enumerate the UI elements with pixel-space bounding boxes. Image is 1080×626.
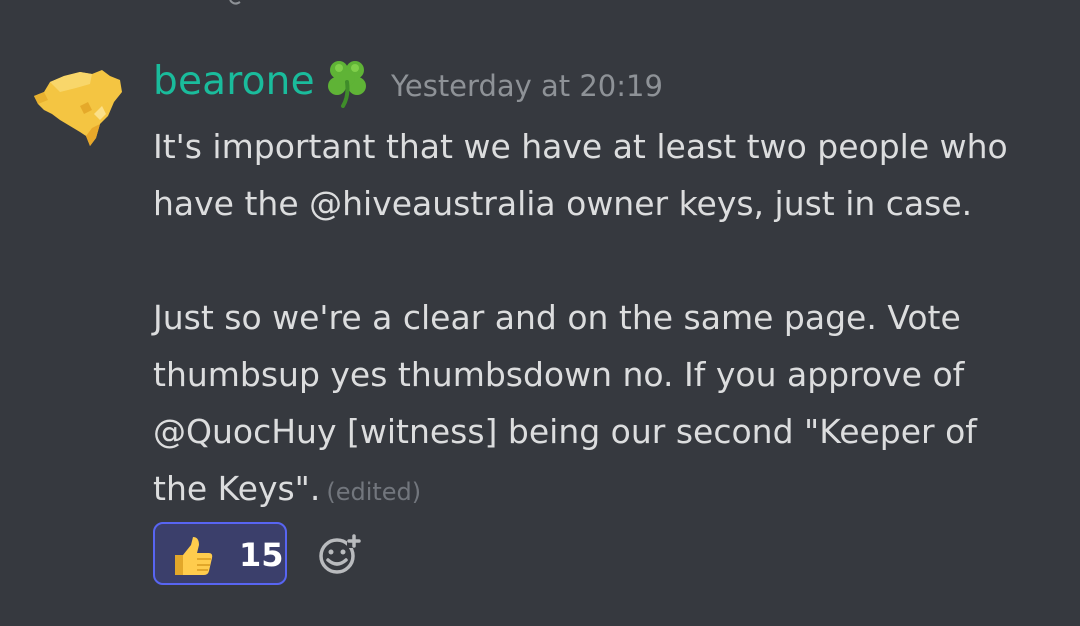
message-line: the Keys".	[153, 469, 321, 508]
previous-message-fragment	[229, 0, 241, 5]
message-timestamp[interactable]: Yesterday at 20:19	[391, 66, 663, 106]
reaction-thumbs-up[interactable]: 15	[153, 522, 287, 585]
chat-view: bearone Yesterday at 20:19 It's importan…	[0, 0, 1080, 626]
avatar[interactable]	[30, 66, 126, 150]
message-line: Just so we're a clear and on the same pa…	[153, 298, 961, 337]
add-reaction-icon[interactable]	[317, 532, 363, 578]
thumbs-up-icon	[175, 537, 213, 575]
message-last-line: the Keys". (edited)	[153, 460, 1053, 521]
reaction-count: 15	[239, 536, 284, 574]
message-line: It's important that we have at least two…	[153, 127, 1008, 166]
message-line: thumbsup yes thumbsdown no. If you appro…	[153, 355, 965, 394]
message-body: It's important that we have at least two…	[153, 118, 1053, 521]
message-line: @QuocHuy [witness] being our second "Kee…	[153, 412, 977, 451]
edited-label: (edited)	[326, 478, 422, 506]
clover-icon	[328, 61, 366, 108]
author-name[interactable]: bearone	[153, 58, 315, 106]
message-line: have the @hiveaustralia owner keys, just…	[153, 184, 973, 223]
